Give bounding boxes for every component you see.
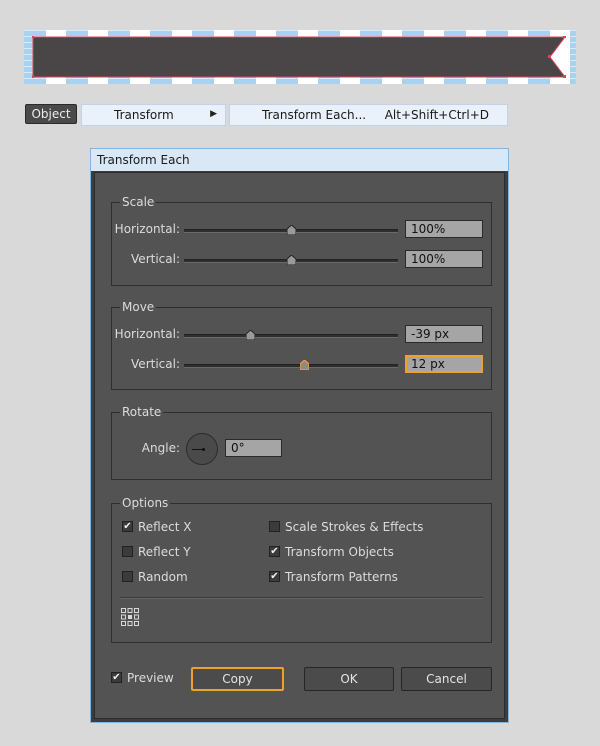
scale-horizontal-label: Horizontal:	[114, 222, 180, 236]
menu-item-transform-each-label: Transform Each...	[262, 108, 367, 122]
random-label: Random	[138, 570, 188, 584]
options-title: Options	[120, 496, 171, 510]
dialog-body: Scale Horizontal: 100% Vertical: 100% Mo…	[94, 172, 505, 719]
cancel-button[interactable]: Cancel	[401, 667, 492, 691]
submenu-arrow-icon: ▶	[210, 109, 217, 119]
menu-item-transform-label: Transform	[114, 108, 174, 122]
rotate-group: Rotate Angle: 0°	[111, 405, 492, 480]
reflect-x-label: Reflect X	[138, 520, 192, 534]
rotate-title: Rotate	[120, 405, 164, 419]
menu-item-transform[interactable]: Transform ▶	[81, 104, 226, 126]
move-group: Move Horizontal: -39 px Vertical: 12 px	[111, 300, 492, 390]
scale-group: Scale Horizontal: 100% Vertical: 100%	[111, 195, 492, 286]
slider-thumb-active[interactable]	[299, 360, 309, 370]
scale-vertical-slider[interactable]	[184, 255, 398, 265]
transform-objects-label: Transform Objects	[285, 545, 394, 559]
reference-point-icon[interactable]	[121, 608, 139, 626]
angle-label: Angle:	[141, 441, 180, 455]
move-horizontal-input[interactable]: -39 px	[405, 325, 483, 343]
scale-horizontal-input[interactable]: 100%	[405, 220, 483, 238]
scale-horizontal-slider[interactable]	[184, 225, 398, 235]
scale-vertical-input[interactable]: 100%	[405, 250, 483, 268]
menu-shortcut: Alt+Shift+Ctrl+D	[384, 108, 489, 122]
move-vertical-input[interactable]: 12 px	[405, 355, 483, 373]
transform-each-dialog: Transform Each Scale Horizontal: 100% Ve…	[90, 148, 509, 723]
slider-thumb[interactable]	[287, 225, 296, 235]
move-vertical-label: Vertical:	[131, 357, 180, 371]
dialog-title[interactable]: Transform Each	[91, 149, 508, 171]
transform-patterns-label: Transform Patterns	[285, 570, 398, 584]
artboard	[24, 30, 576, 84]
transform-patterns-checkbox[interactable]: ✔	[269, 571, 280, 582]
scale-vertical-label: Vertical:	[131, 252, 180, 266]
scale-strokes-label: Scale Strokes & Effects	[285, 520, 424, 534]
ribbon-shape[interactable]	[32, 36, 566, 78]
move-horizontal-slider[interactable]	[184, 330, 398, 340]
preview-label: Preview	[127, 671, 174, 685]
ok-button[interactable]: OK	[304, 667, 394, 691]
options-separator	[120, 597, 483, 599]
reflect-x-checkbox[interactable]: ✔	[122, 521, 133, 532]
angle-input[interactable]: 0°	[225, 439, 282, 457]
slider-thumb[interactable]	[287, 255, 296, 265]
scale-strokes-checkbox[interactable]	[269, 521, 280, 532]
angle-dial-center	[202, 448, 205, 451]
angle-dial-icon[interactable]	[186, 433, 218, 465]
reflect-y-checkbox[interactable]	[122, 546, 133, 557]
move-title: Move	[120, 300, 157, 314]
reflect-y-label: Reflect Y	[138, 545, 191, 559]
menu-item-transform-each[interactable]: Transform Each... Alt+Shift+Ctrl+D	[229, 104, 508, 126]
menu-object[interactable]: Object	[25, 104, 77, 124]
transform-objects-checkbox[interactable]: ✔	[269, 546, 280, 557]
options-group: Options ✔ Reflect X Reflect Y Random Sca…	[111, 496, 492, 643]
slider-thumb[interactable]	[246, 330, 256, 340]
scale-title: Scale	[120, 195, 157, 209]
copy-button[interactable]: Copy	[191, 667, 284, 691]
move-horizontal-label: Horizontal:	[114, 327, 180, 341]
random-checkbox[interactable]	[122, 571, 133, 582]
move-vertical-slider[interactable]	[184, 360, 398, 370]
preview-checkbox[interactable]: ✔	[111, 672, 122, 683]
